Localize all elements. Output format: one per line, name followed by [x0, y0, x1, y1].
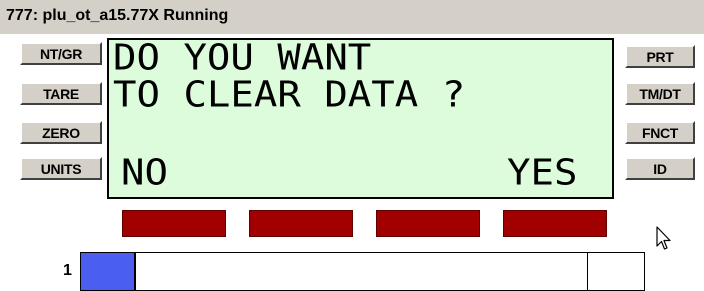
softkey-3-button[interactable] [376, 210, 480, 237]
lcd-display: DO YOU WANT TO CLEAR DATA ? NO YES [107, 38, 614, 199]
display-line-1: DO YOU WANT [113, 37, 372, 79]
scale-bar-graph [80, 252, 645, 291]
title-bar: 777: plu_ot_a15.77X Running [0, 0, 704, 34]
softkey-2-button[interactable] [249, 210, 353, 237]
prt-button[interactable]: PRT [625, 45, 695, 68]
units-button[interactable]: UNITS [20, 157, 102, 180]
display-yes-label: YES [507, 152, 578, 194]
zero-button[interactable]: ZERO [20, 121, 102, 144]
window-title: 777: plu_ot_a15.77X Running [6, 7, 229, 24]
ntgr-button[interactable]: NT/GR [20, 42, 102, 65]
arrow-cursor-icon [656, 226, 672, 257]
tare-button[interactable]: TARE [20, 82, 102, 105]
scale-bar-fill [81, 253, 136, 290]
id-button[interactable]: ID [625, 157, 695, 180]
display-line-2: TO CLEAR DATA ? [113, 74, 466, 116]
softkey-1-button[interactable] [122, 210, 226, 237]
scale-bar-divider [587, 253, 588, 290]
scale-number-label: 1 [63, 262, 72, 279]
fnct-button[interactable]: FNCT [625, 121, 695, 144]
tmdt-button[interactable]: TM/DT [625, 82, 695, 105]
softkey-4-button[interactable] [503, 210, 607, 237]
display-no-label: NO [121, 152, 168, 194]
